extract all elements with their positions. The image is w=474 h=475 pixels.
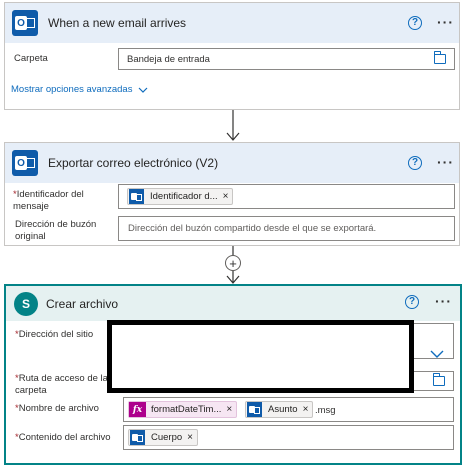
outlook-icon: O xyxy=(7,5,43,41)
card-header[interactable]: S Crear archivo ? ··· xyxy=(6,286,460,321)
card-header[interactable]: O Exportar correo electrónico (V2) ? ··· xyxy=(5,143,459,183)
file-extension-text: .msg xyxy=(315,405,336,416)
original-mailbox-input[interactable]: Dirección del buzón compartido desde el … xyxy=(118,216,455,241)
more-options-icon[interactable]: ··· xyxy=(435,294,452,308)
file-content-label: *Contenido del archivo xyxy=(15,432,111,443)
remove-token-icon[interactable]: × xyxy=(187,432,193,443)
folder-icon[interactable] xyxy=(432,373,445,386)
card-title: Crear archivo xyxy=(46,296,119,311)
show-advanced-options-link[interactable]: Mostrar opciones avanzadas xyxy=(11,84,148,95)
help-icon[interactable]: ? xyxy=(408,16,422,30)
folder-icon[interactable] xyxy=(433,51,446,64)
remove-token-icon[interactable]: × xyxy=(223,191,229,202)
folder-field[interactable]: Bandeja de entrada xyxy=(118,48,455,70)
flow-arrow xyxy=(226,110,240,141)
redaction-box xyxy=(107,320,414,393)
add-step-button[interactable]: + xyxy=(225,255,241,271)
folder-path-label: *Ruta de acceso de la carpeta xyxy=(15,373,108,396)
subject-token[interactable]: Asunto × xyxy=(245,401,314,418)
remove-token-icon[interactable]: × xyxy=(226,404,232,415)
action-card-export-email: O Exportar correo electrónico (V2) ? ···… xyxy=(4,142,460,246)
trigger-card-new-email: O When a new email arrives ? ··· Carpeta… xyxy=(4,2,460,110)
message-id-label: *Identificador del mensaje xyxy=(13,189,84,212)
message-id-token[interactable]: Identificador d... × xyxy=(127,188,234,205)
original-mailbox-label: Dirección de buzón original xyxy=(15,219,97,242)
site-address-label: *Dirección del sitio xyxy=(15,329,94,340)
card-title: When a new email arrives xyxy=(48,16,187,30)
body-token[interactable]: Cuerpo × xyxy=(128,429,199,446)
outlook-icon xyxy=(129,430,146,445)
format-datetime-token[interactable]: fx formatDateTim... × xyxy=(128,401,238,418)
chevron-down-icon[interactable] xyxy=(430,349,444,359)
outlook-icon xyxy=(128,189,145,204)
sharepoint-icon: S xyxy=(8,286,44,322)
chevron-down-icon xyxy=(139,87,148,93)
card-header[interactable]: O When a new email arrives ? ··· xyxy=(5,3,459,43)
more-options-icon[interactable]: ··· xyxy=(437,15,454,29)
fx-icon: fx xyxy=(129,402,146,417)
original-mailbox-placeholder: Dirección del buzón compartido desde el … xyxy=(128,223,377,234)
outlook-icon xyxy=(246,402,263,417)
help-icon[interactable]: ? xyxy=(405,295,419,309)
more-options-icon[interactable]: ··· xyxy=(437,155,454,169)
outlook-icon: O xyxy=(7,145,43,181)
folder-label: Carpeta xyxy=(14,53,48,64)
help-icon[interactable]: ? xyxy=(408,156,422,170)
plus-icon: + xyxy=(229,255,237,271)
file-name-field[interactable]: fx formatDateTim... × Asunto × .msg xyxy=(123,397,454,422)
card-title: Exportar correo electrónico (V2) xyxy=(48,156,219,170)
message-id-field[interactable]: Identificador d... × xyxy=(118,184,455,209)
remove-token-icon[interactable]: × xyxy=(303,404,309,415)
file-content-field[interactable]: Cuerpo × xyxy=(123,425,454,450)
file-name-label: *Nombre de archivo xyxy=(15,403,99,414)
folder-value: Bandeja de entrada xyxy=(127,53,210,65)
